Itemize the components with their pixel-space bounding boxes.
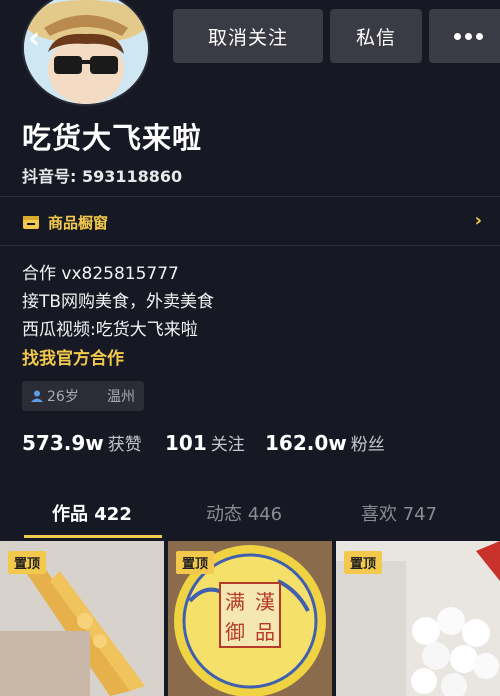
followers-count: 162.0w [265,431,347,455]
following-count: 101 [165,431,207,455]
unfollow-button[interactable]: 取消关注 [173,9,323,63]
video-thumbnail[interactable]: 置顶 [336,541,500,696]
likes-count: 573.9w [22,431,104,455]
profile-name: 吃货大飞来啦 [22,121,203,155]
age-label: 26岁 [47,389,79,405]
box-text-1: 满 [225,590,245,614]
followers-label: 粉丝 [350,435,385,455]
more-dots-icon [453,32,483,40]
douyin-id: 抖音号: 593118860 [22,167,183,186]
tab-likes[interactable]: 喜欢 747 [361,500,437,526]
message-button[interactable]: 私信 [330,9,422,63]
person-icon [31,390,43,402]
chevron-left-icon: ‹ [27,20,41,56]
divider [0,245,500,246]
bio-line: 接TB网购美食，外卖美食 [22,292,215,312]
pinned-badge: 置顶 [176,551,215,574]
box-text-3: 御 [225,620,245,644]
bio-line: 合作 vx825815777 [22,264,179,284]
tab-works[interactable]: 作品 422 [52,500,132,526]
cooperation-link[interactable]: 找我官方合作 [22,344,124,369]
shop-label: 商品橱窗 [48,213,109,232]
tab-indicator [24,535,162,538]
following-stat[interactable]: 101 关注 [165,430,245,455]
pinned-badge: 置顶 [344,551,383,574]
message-label: 私信 [355,26,396,49]
video-thumbnail[interactable]: 满 漢 御 品 置顶 [168,541,332,696]
city-tag: 温州 [98,381,144,411]
age-tag: 26岁 [22,381,110,411]
bio-line: 西瓜视频:吃货大飞来啦 [22,320,198,340]
more-button[interactable] [429,9,500,63]
likes-stat: 573.9w 获赞 [22,430,142,455]
pinned-badge: 置顶 [8,551,47,574]
video-thumbnail[interactable]: 置顶 [0,541,164,696]
tab-activity[interactable]: 动态 446 [206,500,282,526]
likes-label: 获赞 [107,435,142,455]
city-label: 温州 [107,389,135,405]
chevron-right-icon: › [474,210,482,231]
followers-stat[interactable]: 162.0w 粉丝 [265,430,385,455]
shop-icon [23,216,39,229]
back-button[interactable]: ‹ [14,18,54,58]
following-label: 关注 [210,435,245,455]
box-text-2: 漢 [255,590,275,614]
shop-window-row[interactable]: 商品橱窗 › [22,210,482,234]
divider [0,196,500,197]
unfollow-label: 取消关注 [207,26,288,49]
box-text-4: 品 [255,620,275,644]
